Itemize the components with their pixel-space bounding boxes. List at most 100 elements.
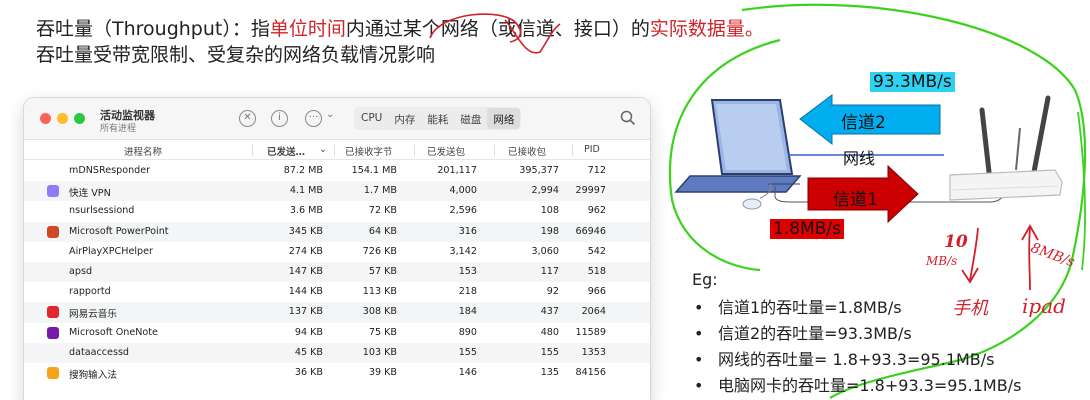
more-options-icon[interactable]: ··· (305, 110, 322, 127)
sent-bytes: 94 KB (294, 326, 323, 338)
process-name: 网易云音乐 (69, 309, 117, 321)
process-id: 84156 (575, 366, 606, 378)
tab-energy[interactable]: 能耗 (421, 108, 454, 129)
sent-bytes: 45 KB (294, 346, 323, 358)
process-name: nsurlsessiond (69, 205, 135, 217)
bullet: • (694, 298, 704, 317)
example-item: • 电脑网卡的吞吐量=1.8+93.3=95.1MB/s (694, 372, 1021, 396)
rate-label-bottom: 1.8MB/s (770, 219, 844, 239)
heading-prefix: 吞吐量（Throughput）：指 (36, 18, 270, 40)
stop-process-icon[interactable]: ✕ (239, 110, 256, 127)
process-name: 搜狗输入法 (69, 369, 117, 381)
table-row[interactable]: nsurlsessiond 3.6 MB 72 KB 2,596 108 962 (24, 201, 650, 222)
netease-music-icon (47, 306, 59, 319)
table-row[interactable]: mDNSResponder 87.2 MB 154.1 MB 201,117 395,3… (24, 161, 650, 182)
process-id: 542 (587, 245, 606, 257)
window-subtitle[interactable]: 所有进程 (100, 121, 136, 134)
packets-sent: 153 (458, 265, 477, 277)
received-bytes: 154.1 MB (351, 165, 397, 176)
sent-bytes: 36 KB (294, 366, 323, 378)
column-header-name[interactable]: 进程名称 (124, 144, 162, 158)
heading-line-1: 吞吐量（Throughput）：指单位时间内通过某个网络（或信道、接口）的实际数… (36, 14, 764, 41)
packets-received: 135 (540, 366, 559, 378)
sent-bytes: 345 KB (288, 225, 323, 237)
tab-disk[interactable]: 磁盘 (454, 108, 487, 129)
column-header-sent-bytes[interactable]: 已发送… (267, 144, 305, 158)
sent-bytes: 137 KB (288, 306, 323, 318)
packets-received: 155 (540, 346, 559, 358)
column-divider[interactable] (334, 144, 335, 156)
packets-sent: 4,000 (449, 185, 477, 197)
close-window-button[interactable] (40, 113, 51, 124)
heading-highlight-actual-data: 实际数据量 (649, 18, 745, 40)
tab-memory[interactable]: 内存 (388, 108, 421, 129)
tab-network[interactable]: 网络 (487, 108, 521, 129)
process-id: 11589 (575, 326, 606, 338)
cable-label: 网线 (843, 149, 876, 168)
packets-sent: 316 (458, 225, 477, 237)
received-bytes: 57 KB (368, 265, 397, 277)
table-row[interactable]: 快连 VPN 4.1 MB 1.7 MB 4,000 2,994 29997 (24, 181, 650, 202)
handwritten-phone-rate-unit: MB/s (926, 254, 958, 268)
table-row[interactable]: 搜狗输入法 36 KB 39 KB 146 135 84156 (24, 362, 650, 384)
channel-2-label: 信道2 (841, 113, 886, 133)
process-id: 962 (587, 205, 606, 217)
channel-1-label: 信道1 (833, 190, 878, 210)
packets-received: 480 (540, 326, 559, 338)
laptop-icon (674, 99, 802, 193)
column-header-received-bytes[interactable]: 已接收字节 (345, 144, 393, 158)
rate-label-top: 93.3MB/s (870, 72, 955, 92)
column-divider[interactable] (494, 144, 495, 156)
router-icon (949, 95, 1063, 201)
example-text: 信道2的吞吐量=93.3MB/s (718, 324, 912, 343)
search-icon[interactable] (620, 110, 636, 126)
sent-bytes: 3.6 MB (289, 205, 323, 217)
column-header-packets-received[interactable]: 已接收包 (508, 144, 546, 158)
received-bytes: 39 KB (368, 366, 397, 378)
handwritten-ipad-label: ipad (1022, 294, 1066, 318)
examples-title: Eg: (692, 270, 718, 289)
received-bytes: 308 KB (362, 306, 397, 318)
column-header-pid[interactable]: PID (584, 144, 600, 155)
tab-cpu[interactable]: CPU (355, 108, 388, 129)
handwritten-phone-rate-number: 10 (944, 232, 968, 252)
process-name: rapportd (69, 286, 111, 298)
sort-chevron-icon[interactable]: ⌄ (319, 144, 327, 155)
table-row[interactable]: 网易云音乐 137 KB 308 KB 184 437 2064 (24, 302, 650, 323)
table-row[interactable]: Microsoft OneNote 94 KB 75 KB 890 480 11589 (24, 322, 650, 343)
handwritten-ipad-rate: 8MB/s (1028, 240, 1077, 271)
example-text: 信道1的吞吐量=1.8MB/s (718, 298, 902, 317)
table-row[interactable]: apsd 147 KB 57 KB 153 117 518 (24, 261, 650, 283)
received-bytes: 726 KB (362, 245, 397, 257)
zoom-window-button[interactable] (74, 113, 85, 124)
info-icon[interactable]: i (271, 110, 288, 127)
table-row[interactable]: dataaccessd 45 KB 103 KB 155 155 1353 (24, 342, 650, 363)
process-id: 712 (587, 165, 606, 176)
bullet: • (694, 350, 704, 369)
process-name: apsd (69, 265, 93, 277)
bullet: • (694, 324, 704, 343)
process-id: 66946 (575, 225, 606, 237)
packets-received: 437 (540, 306, 559, 318)
onenote-icon (47, 326, 59, 339)
tab-bar: CPU 内存 能耗 磁盘 网络 (354, 107, 522, 130)
minimize-window-button[interactable] (57, 113, 68, 124)
example-item: • 信道1的吞吐量=1.8MB/s (694, 294, 902, 318)
sent-bytes: 87.2 MB (283, 165, 323, 176)
heading-end: 。 (744, 18, 764, 40)
table-row[interactable]: Microsoft PowerPoint 345 KB 64 KB 316 198 669… (24, 221, 650, 242)
process-name: dataaccessd (69, 346, 130, 358)
column-divider[interactable] (414, 144, 415, 156)
column-divider[interactable] (252, 144, 253, 156)
packets-received: 3,060 (531, 245, 559, 257)
example-text: 电脑网卡的吞吐量=1.8+93.3=95.1MB/s (718, 376, 1022, 395)
packets-sent: 146 (458, 366, 477, 378)
column-divider[interactable] (572, 144, 573, 156)
chevron-down-icon[interactable]: ⌄ (326, 109, 334, 120)
example-item: • 信道2的吞吐量=93.3MB/s (694, 320, 912, 344)
sent-bytes: 274 KB (288, 245, 323, 257)
table-row[interactable]: AirPlayXPCHelper 274 KB 726 KB 3,142 3,060 54… (24, 241, 650, 262)
ipad-up-arrow (1021, 224, 1039, 291)
column-header-packets-sent[interactable]: 已发送包 (427, 144, 465, 158)
table-row[interactable]: rapportd 144 KB 113 KB 218 92 966 (24, 282, 650, 303)
